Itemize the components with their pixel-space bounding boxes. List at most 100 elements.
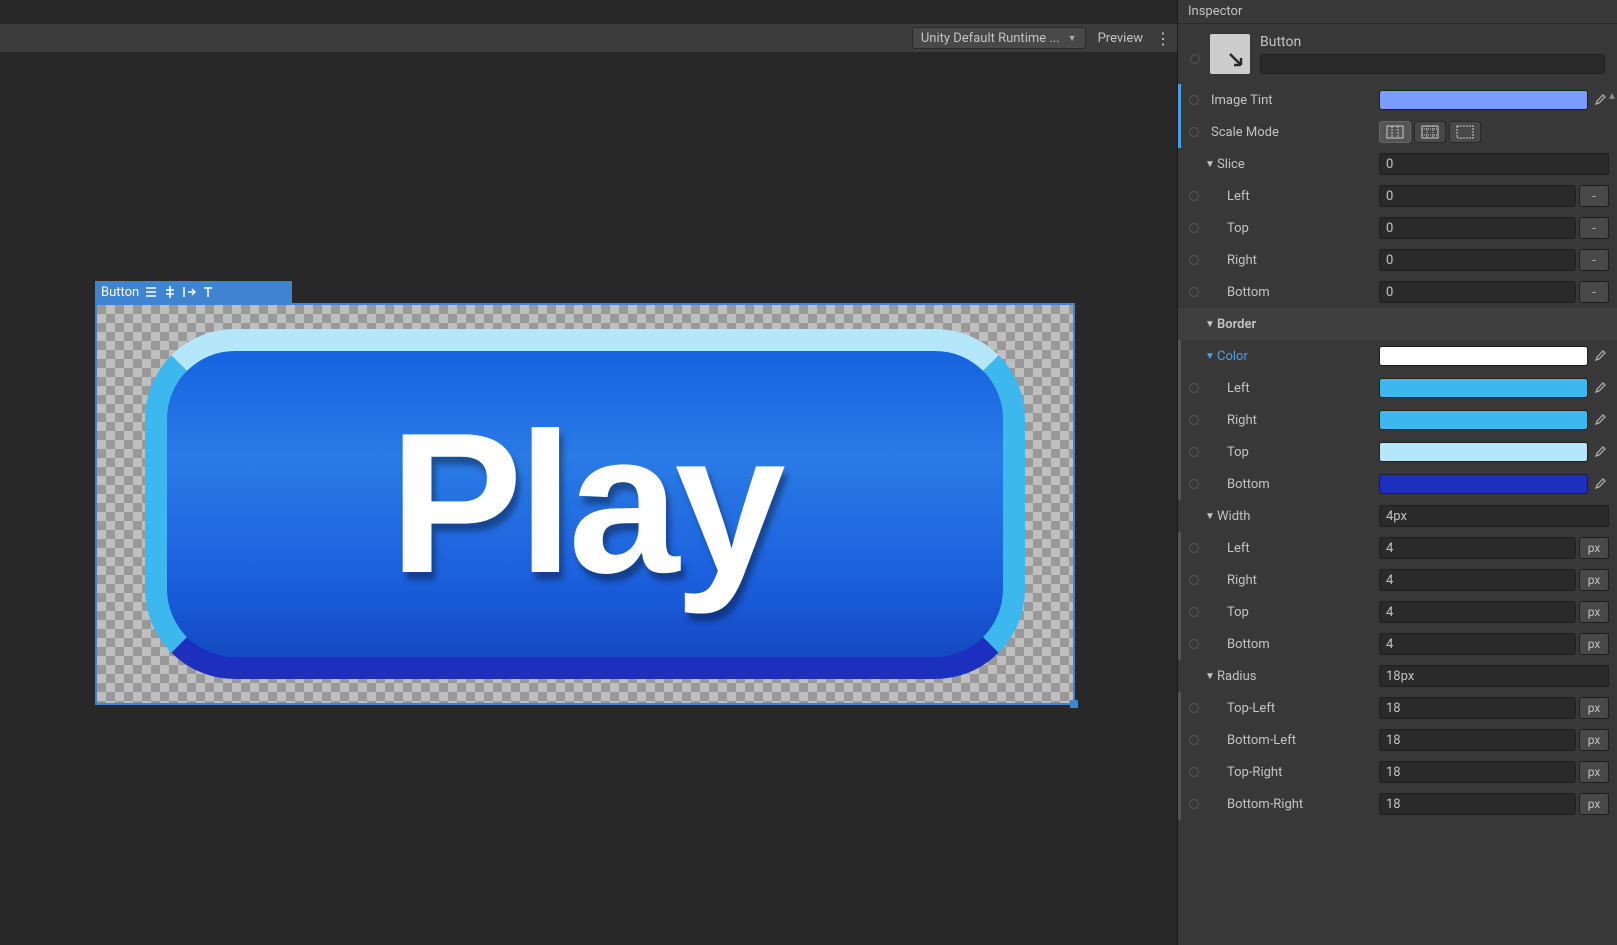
binding-dot[interactable] bbox=[1189, 447, 1199, 457]
binding-dot[interactable] bbox=[1189, 415, 1199, 425]
image-tint-swatch[interactable] bbox=[1379, 90, 1588, 110]
selection-label-bar[interactable]: Button bbox=[95, 281, 292, 303]
border-width-top-input[interactable] bbox=[1379, 601, 1576, 623]
prop-radius-bottom-right: Bottom-Right px bbox=[1178, 788, 1617, 820]
binding-dot[interactable] bbox=[1189, 191, 1199, 201]
slice-left-input[interactable] bbox=[1379, 185, 1576, 207]
binding-dot[interactable] bbox=[1189, 95, 1199, 105]
eyedropper-icon[interactable] bbox=[1591, 475, 1609, 493]
binding-dot[interactable] bbox=[1189, 607, 1199, 617]
prop-label: Scale Mode bbox=[1211, 125, 1279, 140]
binding-dot[interactable] bbox=[1189, 639, 1199, 649]
distribute-horizontal-icon[interactable] bbox=[182, 285, 196, 299]
prop-label: Left bbox=[1227, 189, 1250, 204]
border-width-input[interactable] bbox=[1379, 505, 1609, 527]
binding-dot[interactable] bbox=[1189, 735, 1199, 745]
prop-border-width: ▼ Width bbox=[1178, 500, 1617, 532]
binding-dot[interactable] bbox=[1189, 799, 1199, 809]
border-top-color-swatch[interactable] bbox=[1379, 442, 1588, 462]
slice-value-input[interactable] bbox=[1379, 153, 1609, 175]
slice-top-input[interactable] bbox=[1379, 217, 1576, 239]
binding-dot[interactable] bbox=[1189, 479, 1199, 489]
canvas-area[interactable]: Button Play bbox=[0, 52, 1177, 945]
eyedropper-icon[interactable] bbox=[1591, 91, 1609, 109]
slice-right-input[interactable] bbox=[1379, 249, 1576, 271]
prop-border-color-bottom: Bottom bbox=[1178, 468, 1617, 500]
unit-tag[interactable]: px bbox=[1579, 729, 1609, 751]
border-color-swatch[interactable] bbox=[1379, 346, 1588, 366]
unit-tag[interactable]: - bbox=[1579, 281, 1609, 303]
border-width-right-input[interactable] bbox=[1379, 569, 1576, 591]
unit-tag[interactable]: - bbox=[1579, 185, 1609, 207]
kebab-menu-icon[interactable]: ⋮ bbox=[1155, 27, 1171, 49]
unit-tag[interactable]: px bbox=[1579, 697, 1609, 719]
radius-tr-input[interactable] bbox=[1379, 761, 1576, 783]
border-width-left-input[interactable] bbox=[1379, 537, 1576, 559]
runtime-dropdown[interactable]: Unity Default Runtime ... ▼ bbox=[912, 27, 1086, 49]
prop-border-radius: ▼ Radius bbox=[1178, 660, 1617, 692]
border-radius-input[interactable] bbox=[1379, 665, 1609, 687]
eyedropper-icon[interactable] bbox=[1591, 347, 1609, 365]
binding-dot[interactable] bbox=[1189, 767, 1199, 777]
binding-dot[interactable] bbox=[1189, 383, 1199, 393]
border-left-color-swatch[interactable] bbox=[1379, 378, 1588, 398]
preview-button[interactable]: Preview bbox=[1088, 27, 1153, 49]
align-vertical-icon[interactable] bbox=[163, 285, 177, 299]
unit-tag[interactable]: px bbox=[1579, 537, 1609, 559]
prop-label: Bottom bbox=[1227, 285, 1270, 300]
binding-dot[interactable] bbox=[1189, 543, 1199, 553]
prop-radius-bottom-left: Bottom-Left px bbox=[1178, 724, 1617, 756]
prop-slice: ▼ Slice bbox=[1178, 148, 1617, 180]
binding-dot[interactable] bbox=[1190, 54, 1200, 64]
unit-tag[interactable]: px bbox=[1579, 761, 1609, 783]
border-right-color-swatch[interactable] bbox=[1379, 410, 1588, 430]
foldout-toggle[interactable]: ▼ bbox=[1203, 159, 1217, 170]
prop-label: Bottom bbox=[1227, 637, 1270, 652]
foldout-toggle[interactable]: ▼ bbox=[1203, 319, 1217, 330]
prop-radius-top-left: Top-Left px bbox=[1178, 692, 1617, 724]
scale-mode-sliced[interactable] bbox=[1379, 121, 1411, 143]
text-tool-icon[interactable] bbox=[201, 285, 215, 299]
binding-dot[interactable] bbox=[1189, 703, 1199, 713]
selected-element-frame[interactable]: Play bbox=[95, 303, 1075, 705]
radius-br-input[interactable] bbox=[1379, 793, 1576, 815]
binding-dot[interactable] bbox=[1189, 255, 1199, 265]
prop-border-width-bottom: Bottom px bbox=[1178, 628, 1617, 660]
binding-dot[interactable] bbox=[1189, 287, 1199, 297]
binding-dot[interactable] bbox=[1189, 575, 1199, 585]
slice-bottom-input[interactable] bbox=[1379, 281, 1576, 303]
prop-label: Color bbox=[1217, 349, 1248, 364]
binding-dot[interactable] bbox=[1189, 223, 1199, 233]
radius-tl-input[interactable] bbox=[1379, 697, 1576, 719]
object-name-field[interactable] bbox=[1260, 54, 1605, 74]
scale-mode-stretch[interactable] bbox=[1414, 121, 1446, 143]
eyedropper-icon[interactable] bbox=[1591, 411, 1609, 429]
scale-mode-tile[interactable] bbox=[1449, 121, 1481, 143]
unit-tag[interactable]: - bbox=[1579, 249, 1609, 271]
unit-tag[interactable]: px bbox=[1579, 793, 1609, 815]
tab-strip bbox=[0, 0, 1177, 24]
foldout-toggle[interactable]: ▼ bbox=[1203, 671, 1217, 682]
unit-tag[interactable]: px bbox=[1579, 633, 1609, 655]
prop-label: Image Tint bbox=[1211, 93, 1273, 108]
border-width-bottom-input[interactable] bbox=[1379, 633, 1576, 655]
prop-label: Top-Left bbox=[1227, 701, 1275, 716]
resize-handle-br[interactable] bbox=[1070, 700, 1078, 708]
object-name: Button bbox=[1260, 34, 1605, 50]
align-horizontal-icon[interactable] bbox=[144, 285, 158, 299]
foldout-toggle[interactable]: ▼ bbox=[1203, 351, 1217, 362]
border-bottom-color-swatch[interactable] bbox=[1379, 474, 1588, 494]
prop-label: Right bbox=[1227, 253, 1257, 268]
eyedropper-icon[interactable] bbox=[1591, 443, 1609, 461]
prop-label: Top-Right bbox=[1227, 765, 1282, 780]
unit-tag[interactable]: - bbox=[1579, 217, 1609, 239]
prop-label: Left bbox=[1227, 381, 1250, 396]
runtime-dropdown-label: Unity Default Runtime ... bbox=[921, 31, 1060, 46]
prop-scale-mode: Scale Mode bbox=[1178, 116, 1617, 148]
unit-tag[interactable]: px bbox=[1579, 569, 1609, 591]
foldout-toggle[interactable]: ▼ bbox=[1203, 511, 1217, 522]
radius-bl-input[interactable] bbox=[1379, 729, 1576, 751]
unit-tag[interactable]: px bbox=[1579, 601, 1609, 623]
binding-dot[interactable] bbox=[1189, 127, 1199, 137]
eyedropper-icon[interactable] bbox=[1591, 379, 1609, 397]
